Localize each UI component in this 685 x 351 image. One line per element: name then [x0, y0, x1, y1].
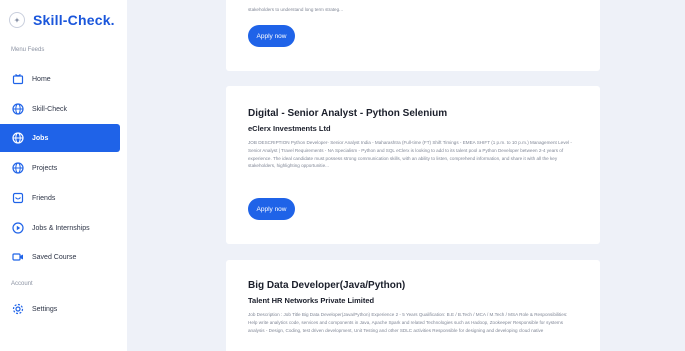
sidebar-item-label: Settings	[32, 305, 58, 313]
job-title[interactable]: Big Data Developer(Java/Python)	[248, 280, 405, 291]
friends-icon	[11, 192, 24, 205]
job-card: stakeholders to understand long term str…	[226, 0, 600, 71]
sidebar-item-skill-check[interactable]: Skill-Check	[0, 95, 120, 123]
sidebar-item-label: Saved Course	[32, 253, 77, 261]
sidebar-item-saved-course[interactable]: Saved Course	[0, 243, 120, 271]
brand-name: Skill-Check.	[33, 12, 115, 28]
sidebar-item-settings[interactable]: Settings	[0, 295, 120, 323]
globe-icon	[11, 162, 24, 175]
apply-now-button[interactable]: Apply now	[248, 198, 295, 220]
apply-now-button[interactable]: Apply now	[248, 25, 295, 47]
play-circle-icon	[11, 222, 24, 235]
brand[interactable]: ✦ Skill-Check.	[9, 12, 115, 28]
menu-section-label: Menu Feeds	[11, 47, 45, 53]
job-description: Job Description : Job Title Big Data Dev…	[248, 312, 568, 333]
sidebar-item-label: Jobs & Internships	[32, 224, 90, 232]
sidebar-item-projects[interactable]: Projects	[0, 154, 120, 182]
sidebar-item-jobs-internships[interactable]: Jobs & Internships	[0, 214, 120, 242]
company-name: eClerx Investments Ltd	[248, 124, 331, 133]
account-section-label: Account	[11, 281, 33, 287]
sidebar-item-jobs[interactable]: Jobs	[0, 124, 120, 152]
job-card: Digital - Senior Analyst - Python Seleni…	[226, 86, 600, 244]
gear-icon	[11, 303, 24, 316]
globe-icon	[11, 132, 24, 145]
job-description: JOB DESCRIPTION Python Developer- Senior…	[248, 140, 572, 169]
job-title[interactable]: Digital - Senior Analyst - Python Seleni…	[248, 108, 447, 119]
sidebar-item-label: Skill-Check	[32, 105, 68, 113]
globe-icon	[11, 103, 24, 116]
sidebar-item-friends[interactable]: Friends	[0, 184, 120, 212]
sidebar: ✦ Skill-Check. Menu Feeds Home Skill-Che…	[0, 0, 127, 351]
sidebar-item-label: Friends	[32, 194, 56, 202]
video-icon	[11, 251, 24, 264]
sidebar-item-label: Jobs	[32, 134, 49, 142]
sidebar-item-label: Projects	[32, 164, 58, 172]
company-name: Talent HR Networks Private Limited	[248, 296, 375, 305]
job-card: Big Data Developer(Java/Python) Talent H…	[226, 260, 600, 351]
job-description: stakeholders to understand long term str…	[248, 7, 343, 12]
sidebar-item-home[interactable]: Home	[0, 65, 120, 93]
logo-badge-icon: ✦	[9, 12, 25, 28]
sidebar-item-label: Home	[32, 75, 51, 83]
home-icon	[11, 73, 24, 86]
